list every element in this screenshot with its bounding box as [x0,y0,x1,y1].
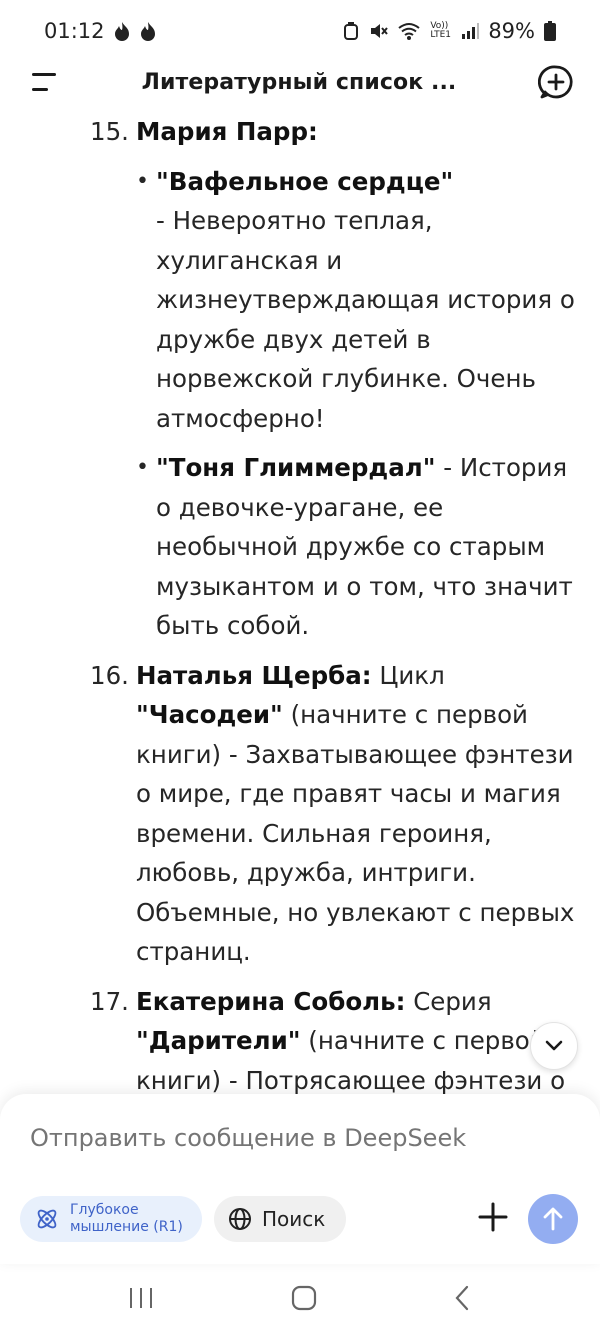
item-author: Екатерина Соболь: [136,986,406,1016]
arrow-up-icon [541,1206,565,1232]
book-title: "Вафельное сердце" [156,166,454,196]
status-bar: 01:12 Vo)) LTE1 89% [0,0,600,62]
plus-icon [478,1202,508,1232]
home-icon[interactable] [290,1284,318,1312]
alarm-icon [343,21,359,41]
wifi-icon [397,21,421,41]
battery-icon [544,21,556,41]
item-number: 16. [90,660,129,690]
flame-icon [139,21,157,41]
book-description: - Невероятно теплая, хулиганская и жизне… [156,206,575,433]
search-toggle[interactable]: Поиск [214,1196,346,1242]
bullet-icon: • [136,168,149,194]
back-icon[interactable] [453,1284,473,1312]
battery-percent: 89% [488,19,535,43]
search-label: Поиск [262,1207,326,1231]
deep-think-toggle[interactable]: Глубокое мышление (R1) [20,1196,202,1242]
chat-message-content: 15. Мария Парр: • "Вафельное сердце" - Н… [0,112,600,1097]
signal-icon [461,22,480,40]
list-item: 16. Наталья Щерба: Цикл "Часодеи" (начни… [0,656,600,972]
status-time: 01:12 [44,19,105,43]
item-pre: Серия [405,986,492,1016]
globe-icon [228,1207,252,1231]
status-right: Vo)) LTE1 89% [343,19,556,43]
sub-list-item: • "Тоня Глиммердал" - История о девочке-… [136,448,582,646]
menu-icon[interactable] [30,70,60,94]
item-author: Наталья Щерба: [136,660,372,690]
send-button[interactable] [528,1194,578,1244]
list-item: 17. Екатерина Соболь: Серия "Дарители" (… [0,982,600,1098]
chat-title[interactable]: Литературный список ... [142,70,457,95]
recent-apps-icon[interactable] [127,1286,155,1310]
item-number: 15. [90,117,129,146]
series-title: "Дарители" [136,1026,301,1055]
item-pre: Цикл [371,660,445,690]
app-header: Литературный список ... [0,62,600,102]
new-chat-icon[interactable] [538,64,574,100]
message-input[interactable] [30,1124,550,1152]
bullet-icon: • [136,455,149,480]
network-label: Vo)) LTE1 [430,21,451,40]
system-nav-bar [0,1264,600,1332]
deep-think-label: Глубокое мышление (R1) [70,1202,183,1235]
item-author: Мария Парр: [136,117,318,146]
mute-icon [368,21,389,41]
sub-list-item: • "Вафельное сердце" - Невероятно теплая… [136,162,582,439]
atom-icon [34,1206,60,1232]
series-title: "Часодеи" [136,700,283,729]
chevron-down-icon [544,1039,564,1053]
book-title: "Тоня Глиммердал" [156,453,436,482]
scroll-down-button[interactable] [530,1022,578,1070]
item-number: 17. [90,986,129,1016]
attach-button[interactable] [470,1194,516,1240]
item-description: (начните с первой книги) - Захватывающее… [136,700,575,966]
status-left: 01:12 [44,19,157,43]
list-item: 15. Мария Парр: • "Вафельное сердце" - Н… [0,112,600,646]
flame-icon [113,21,131,41]
message-composer: Глубокое мышление (R1) Поиск [0,1094,600,1264]
sub-list: • "Вафельное сердце" - Невероятно теплая… [136,162,582,646]
